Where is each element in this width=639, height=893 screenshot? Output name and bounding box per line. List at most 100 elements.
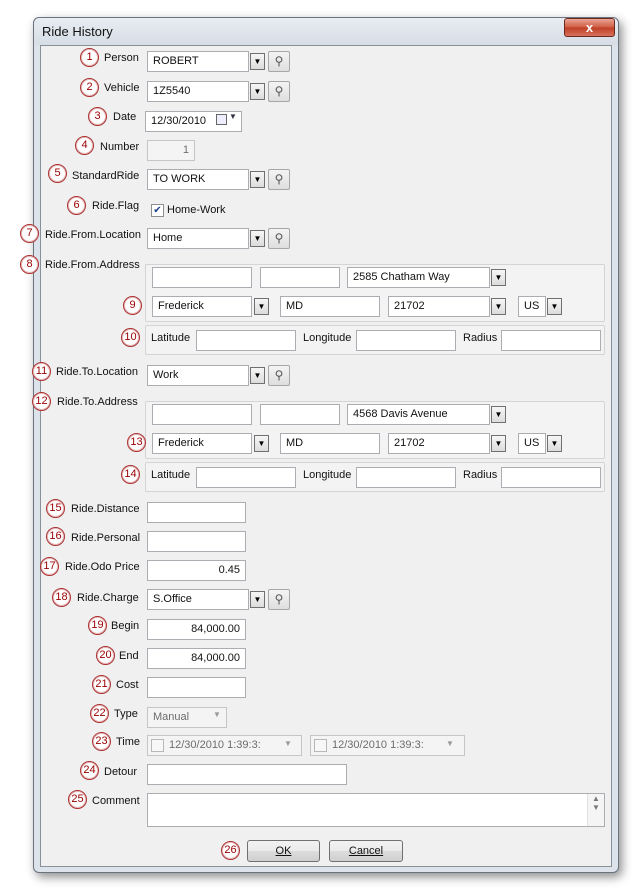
search-icon[interactable]: ⚲ <box>268 81 290 102</box>
badge-16: 16 <box>46 527 65 546</box>
comment-scrollbar[interactable]: ▲ ▼ <box>587 794 604 826</box>
vehicle-label: Vehicle <box>104 82 140 94</box>
personal-label: Ride.Personal <box>71 532 141 544</box>
to-address-label: Ride.To.Address <box>57 396 138 408</box>
chevron-down-icon[interactable]: ▼ <box>547 435 562 452</box>
to-location-label: Ride.To.Location <box>56 366 138 378</box>
standard-ride-combo[interactable]: TO WORK <box>147 169 249 190</box>
badge-1: 1 <box>80 48 99 67</box>
search-icon[interactable]: ⚲ <box>268 589 290 610</box>
time-end-checkbox <box>314 739 327 752</box>
detour-label: Detour <box>104 766 138 778</box>
time-label: Time <box>116 736 141 748</box>
ok-button[interactable]: OK <box>247 840 320 862</box>
number-label: Number <box>100 141 140 153</box>
ride-flag-label: Ride.Flag <box>92 200 140 212</box>
distance-field[interactable] <box>147 502 246 523</box>
chevron-down-icon: ▼ <box>213 710 221 719</box>
chevron-down-icon[interactable]: ▼ <box>250 171 265 188</box>
date-label: Date <box>113 111 137 123</box>
comment-textarea[interactable] <box>147 793 605 827</box>
calendar-icon[interactable] <box>216 114 227 125</box>
badge-6: 6 <box>67 196 86 215</box>
chevron-down-icon[interactable]: ▼ <box>491 269 506 286</box>
from-longitude-field[interactable] <box>356 330 456 351</box>
cost-label: Cost <box>116 679 139 691</box>
from-location-combo[interactable]: Home <box>147 228 249 249</box>
person-combo[interactable]: ROBERT <box>147 51 249 72</box>
from-state-field[interactable]: MD <box>280 296 380 317</box>
chevron-down-icon[interactable]: ▼ <box>250 230 265 247</box>
vehicle-combo[interactable]: 1Z5540 <box>147 81 249 102</box>
end-label: End <box>119 650 139 662</box>
search-icon[interactable]: ⚲ <box>268 365 290 386</box>
to-location-combo[interactable]: Work <box>147 365 249 386</box>
cancel-button-label: Cancel <box>348 845 384 857</box>
search-icon[interactable]: ⚲ <box>268 169 290 190</box>
chevron-down-icon[interactable]: ▼ <box>250 367 265 384</box>
to-zip-combo[interactable]: 21702 <box>388 433 490 454</box>
odo-price-field[interactable]: 0.45 <box>147 560 246 581</box>
badge-17: 17 <box>40 557 59 576</box>
from-address-field2[interactable] <box>260 267 340 288</box>
badge-8: 8 <box>20 255 39 274</box>
to-address-field1[interactable] <box>152 404 252 425</box>
from-country-combo[interactable]: US <box>518 296 546 317</box>
search-icon[interactable]: ⚲ <box>268 51 290 72</box>
to-latitude-label: Latitude <box>151 469 191 481</box>
to-city-combo[interactable]: Frederick <box>152 433 252 454</box>
badge-10: 10 <box>121 328 140 347</box>
person-label: Person <box>104 52 139 64</box>
chevron-down-icon[interactable]: ▼ <box>250 83 265 100</box>
cost-field[interactable] <box>147 677 246 698</box>
date-picker[interactable]: 12/30/2010 <box>145 111 242 132</box>
to-longitude-label: Longitude <box>303 469 352 481</box>
from-address-field1[interactable] <box>152 267 252 288</box>
begin-field[interactable]: 84,000.00 <box>147 619 246 640</box>
chevron-down-icon[interactable]: ▼ <box>254 435 269 452</box>
badge-2: 2 <box>80 78 99 97</box>
chevron-down-icon[interactable]: ▼ <box>491 298 506 315</box>
to-radius-field[interactable] <box>501 467 601 488</box>
badge-15: 15 <box>46 499 65 518</box>
time-end-picker: 12/30/2010 1:39:3: <box>310 735 465 756</box>
cancel-button[interactable]: Cancel <box>329 840 403 862</box>
chevron-down-icon[interactable]: ▼ <box>250 53 265 70</box>
end-field[interactable]: 84,000.00 <box>147 648 246 669</box>
from-radius-field[interactable] <box>501 330 601 351</box>
to-street-combo[interactable]: 4568 Davis Avenue <box>347 404 490 425</box>
home-work-checkbox[interactable]: ✔ <box>151 204 164 217</box>
chevron-down-icon[interactable]: ▼ <box>229 112 237 121</box>
to-country-combo[interactable]: US <box>518 433 546 454</box>
type-label: Type <box>114 708 138 720</box>
search-icon[interactable]: ⚲ <box>268 228 290 249</box>
charge-combo[interactable]: S.Office <box>147 589 249 610</box>
chevron-down-icon[interactable]: ▼ <box>547 298 562 315</box>
from-city-combo[interactable]: Frederick <box>152 296 252 317</box>
chevron-down-icon[interactable]: ▼ <box>491 435 506 452</box>
to-address-field2[interactable] <box>260 404 340 425</box>
title-bar[interactable] <box>34 18 618 45</box>
from-zip-combo[interactable]: 21702 <box>388 296 490 317</box>
badge-9: 9 <box>123 296 142 315</box>
chevron-down-icon: ▼ <box>284 739 292 748</box>
personal-field[interactable] <box>147 531 246 552</box>
odo-price-label: Ride.Odo Price <box>65 561 140 573</box>
chevron-down-icon[interactable]: ▼ <box>254 298 269 315</box>
chevron-down-icon[interactable]: ▼ <box>250 591 265 608</box>
window-title: Ride History <box>42 24 113 39</box>
distance-label: Ride.Distance <box>71 503 140 515</box>
from-latitude-label: Latitude <box>151 332 191 344</box>
close-button[interactable]: x <box>564 18 615 37</box>
detour-field[interactable] <box>147 764 347 785</box>
from-street-combo[interactable]: 2585 Chatham Way <box>347 267 490 288</box>
to-state-field[interactable]: MD <box>280 433 380 454</box>
time-start-checkbox <box>151 739 164 752</box>
from-latitude-field[interactable] <box>196 330 296 351</box>
from-radius-label: Radius <box>463 332 498 344</box>
to-latitude-field[interactable] <box>196 467 296 488</box>
chevron-down-icon[interactable]: ▼ <box>491 406 506 423</box>
ok-button-label: OK <box>275 845 292 857</box>
to-longitude-field[interactable] <box>356 467 456 488</box>
from-location-label: Ride.From.Location <box>45 229 141 241</box>
